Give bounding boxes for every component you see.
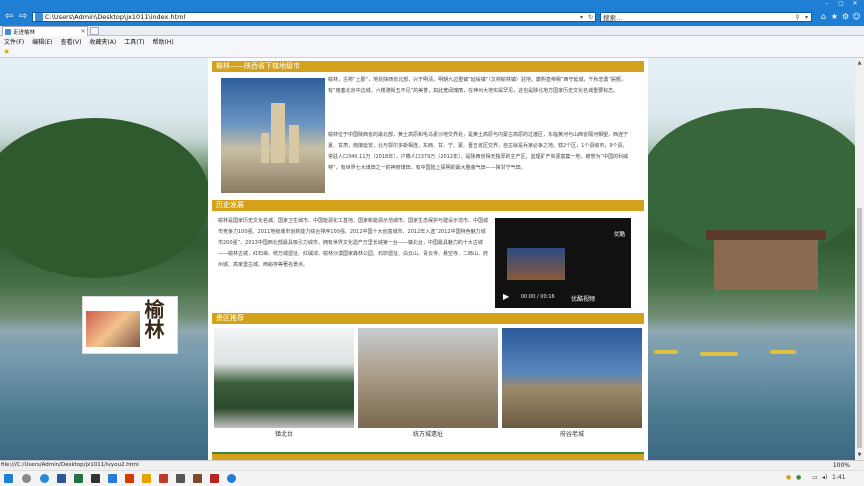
background-pavilion bbox=[706, 230, 826, 300]
menu-favorites[interactable]: 收藏夹(A) bbox=[89, 37, 116, 46]
search-dropdown-icon[interactable]: ▾ bbox=[802, 14, 811, 21]
add-favorite-star-icon[interactable]: ★ bbox=[3, 47, 10, 56]
menu-edit[interactable]: 编辑(E) bbox=[32, 37, 52, 46]
search-icon[interactable]: ⚲ bbox=[793, 14, 802, 21]
browser-titlebar: – ▢ ✕ ⇦ ⇨ C:\Users\Admin\Desktop\jx1011\… bbox=[0, 0, 864, 26]
app-icon[interactable] bbox=[210, 474, 219, 483]
tab-strip: 走进榆林 ✕ bbox=[0, 26, 864, 36]
floating-yulin-logo[interactable]: 榆林 bbox=[82, 296, 178, 354]
smiley-icon[interactable]: ☺ bbox=[851, 12, 862, 22]
word-icon[interactable] bbox=[57, 474, 66, 483]
zoom-level[interactable]: 100% bbox=[833, 462, 850, 469]
scene-caption[interactable]: 镇北台 bbox=[214, 429, 354, 438]
home-icon[interactable]: ⌂ bbox=[818, 12, 829, 22]
clock[interactable]: 1:41 bbox=[832, 474, 845, 481]
play-icon[interactable]: ▶ bbox=[503, 292, 509, 301]
menu-bar: 文件(F) 编辑(E) 查看(V) 收藏夹(A) 工具(T) 帮助(H) bbox=[0, 36, 864, 46]
gear-icon[interactable]: ⚙ bbox=[840, 12, 851, 22]
menu-view[interactable]: 查看(V) bbox=[61, 37, 82, 46]
minimize-icon[interactable]: – bbox=[820, 0, 834, 8]
video-thumbnail bbox=[507, 248, 565, 280]
folder-icon[interactable] bbox=[142, 474, 151, 483]
section-title-scenic: 景区推荐 bbox=[212, 313, 644, 324]
tab-favicon-icon bbox=[5, 28, 11, 35]
video-time: 00:00 / 00:16 bbox=[521, 294, 555, 300]
content-column: 榆林——陕西省下辖地级市 榆林，古称“上郡”，地处陕西省北部，兴于明清，明朝九边… bbox=[208, 58, 648, 460]
video-player[interactable]: 优酷 ▶ 00:00 / 00:16 优酷视频 bbox=[495, 218, 631, 308]
dropdown-icon[interactable]: ▾ bbox=[577, 14, 586, 21]
page-favicon-icon bbox=[35, 13, 43, 21]
footer-bar bbox=[212, 452, 644, 460]
boat bbox=[700, 352, 738, 356]
photo-building bbox=[261, 133, 269, 163]
page-viewport: 榆林 榆林——陕西省下辖地级市 榆林，古称“上郡”，地处陕西省北部，兴于明清，明… bbox=[0, 58, 855, 460]
wechat-icon[interactable]: ● bbox=[796, 474, 801, 481]
video-brand: 优酷视频 bbox=[571, 296, 596, 303]
scene-photo-tongwancheng[interactable] bbox=[358, 328, 498, 428]
app-icon[interactable] bbox=[193, 474, 202, 483]
logo-text: 榆林 bbox=[141, 299, 165, 339]
scene-caption[interactable]: 府谷老城 bbox=[502, 429, 642, 438]
excel-icon[interactable] bbox=[74, 474, 83, 483]
refresh-icon[interactable]: ↻ bbox=[586, 14, 595, 21]
address-bar[interactable]: C:\Users\Admin\Desktop\jx1011\index.html… bbox=[32, 12, 596, 22]
intro-paragraph-2: 榆林位于中国陕西省的最北部，黄土高原和毛乌素沙地交界处，是黄土高原与内蒙古高原的… bbox=[328, 132, 629, 171]
tab-active[interactable]: 走进榆林 ✕ bbox=[2, 26, 88, 36]
search-box[interactable]: 搜索... ⚲ ▾ bbox=[600, 12, 812, 22]
volume-icon[interactable]: ◂) bbox=[822, 474, 827, 481]
toolbar-icons: ⌂ ★ ⚙ ☺ bbox=[818, 12, 862, 22]
scene-photo-zhenbeitai[interactable] bbox=[214, 328, 354, 428]
app-icon[interactable] bbox=[159, 474, 168, 483]
scroll-down-icon[interactable]: ▼ bbox=[855, 452, 864, 458]
menu-help[interactable]: 帮助(H) bbox=[153, 37, 174, 46]
menu-file[interactable]: 文件(F) bbox=[4, 37, 24, 46]
logo-illustration bbox=[86, 311, 140, 347]
section-title-yulin: 榆林——陕西省下辖地级市 bbox=[212, 61, 644, 72]
forward-icon[interactable]: ⇨ bbox=[17, 11, 29, 23]
pavilion-roof bbox=[706, 230, 826, 240]
app-icon[interactable] bbox=[176, 474, 185, 483]
favorites-star-icon[interactable]: ★ bbox=[829, 12, 840, 22]
back-icon[interactable]: ⇦ bbox=[3, 11, 15, 23]
photo-tower bbox=[271, 103, 285, 163]
edge-icon[interactable] bbox=[40, 474, 49, 483]
status-bar: file:///C:/Users/Admin/Desktop/jx1011/lv… bbox=[0, 460, 864, 470]
status-url: file:///C:/Users/Admin/Desktop/jx1011/lv… bbox=[1, 462, 139, 468]
boat bbox=[654, 350, 678, 354]
scrollbar-thumb[interactable] bbox=[857, 208, 862, 448]
new-tab-button[interactable] bbox=[90, 27, 99, 35]
yulin-city-photo bbox=[221, 78, 325, 193]
scene-photo-fugu-oldtown[interactable] bbox=[502, 328, 642, 428]
tab-close-icon[interactable]: ✕ bbox=[79, 28, 87, 35]
vertical-scrollbar[interactable]: ▲ ▼ bbox=[855, 58, 864, 460]
window-controls: – ▢ ✕ bbox=[820, 0, 862, 8]
history-paragraph: 榆林是国家历史文化名城、国家卫生城市、中国能源化工基地、国家新能源示范城市、国家… bbox=[218, 218, 489, 268]
powerpoint-icon[interactable] bbox=[125, 474, 134, 483]
tray-icon[interactable]: ● bbox=[786, 474, 791, 481]
search-icon[interactable] bbox=[22, 474, 31, 483]
background-trees-left bbox=[0, 118, 210, 278]
address-url[interactable]: C:\Users\Admin\Desktop\jx1011\index.html bbox=[45, 13, 577, 21]
favorites-bar: ★ bbox=[0, 46, 864, 58]
maximize-icon[interactable]: ▢ bbox=[834, 0, 848, 8]
search-input[interactable]: 搜索... bbox=[603, 12, 793, 22]
tab-title: 走进榆林 bbox=[13, 29, 36, 36]
ie-icon[interactable] bbox=[227, 474, 236, 483]
intro-paragraph-1: 榆林，古称“上郡”，地处陕西省北部，兴于明清，明朝九边重镇“延绥镇”（又称榆林镇… bbox=[328, 77, 627, 94]
video-title: 优酷 bbox=[613, 232, 625, 238]
photo-building bbox=[289, 125, 299, 163]
scene-caption[interactable]: 统万城遗址 bbox=[358, 429, 498, 438]
start-icon[interactable] bbox=[4, 474, 13, 483]
section-title-history: 历史发展 bbox=[212, 200, 644, 211]
boat bbox=[770, 350, 796, 354]
pavilion-body bbox=[714, 240, 818, 290]
scroll-up-icon[interactable]: ▲ bbox=[855, 60, 864, 66]
network-icon[interactable]: ▭ bbox=[812, 474, 818, 481]
close-icon[interactable]: ✕ bbox=[848, 0, 862, 8]
terminal-icon[interactable] bbox=[91, 474, 100, 483]
windows-taskbar: ● ● ▭ ◂) 1:41 bbox=[0, 470, 864, 486]
app-icon[interactable] bbox=[108, 474, 117, 483]
menu-tools[interactable]: 工具(T) bbox=[124, 37, 144, 46]
